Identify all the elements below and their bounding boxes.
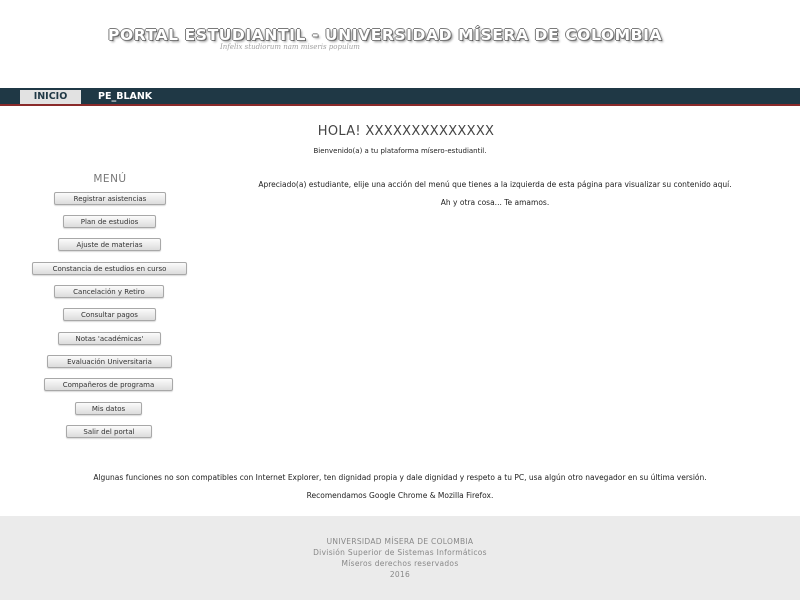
page-greeting: HOLA! XXXXXXXXXXXXXX [317,124,495,139]
top-navbar: INICIO PE_BLANK [0,88,800,106]
menu-button-ajuste-de-materias[interactable]: Ajuste de materias [58,238,161,251]
site-header: PORTAL ESTUDIANTIL - UNIVERSIDAD MÍSERA … [0,0,800,88]
menu-button-mis-datos[interactable]: Mis datos [75,402,142,415]
menu-button-consultar-pagos[interactable]: Consultar pagos [63,308,156,321]
menu-button-notas-academicas[interactable]: Notas 'académicas' [58,332,161,345]
love-text: Ah y otra cosa... Te amamos. [440,198,550,207]
menu-button-companeros-de-programa[interactable]: Compañeros de programa [44,378,173,391]
browser-compat-note: Algunas funciones no son compatibles con… [93,473,707,482]
site-title: PORTAL ESTUDIANTIL - UNIVERSIDAD MÍSERA … [108,26,663,44]
footer-year: 2016 [389,570,411,579]
menu-button-registrar-asistencias[interactable]: Registrar asistencias [54,192,166,205]
welcome-text: Bienvenido(a) a tu plataforma mísero-est… [313,147,487,155]
tab-inicio[interactable]: INICIO [20,90,81,104]
site-footer: UNIVERSIDAD MÍSERA DE COLOMBIA División … [0,516,800,600]
menu-title: MENÚ [93,173,127,185]
footer-university-name: UNIVERSIDAD MÍSERA DE COLOMBIA [326,537,474,546]
site-motto: Infelix studiorum nam miseris populum [220,43,360,51]
tab-pe-blank[interactable]: PE_BLANK [98,90,152,104]
footer-rights: Míseros derechos reservados [341,559,459,568]
menu-button-cancelacion-y-retiro[interactable]: Cancelación y Retiro [54,285,164,298]
menu-button-salir-del-portal[interactable]: Salir del portal [66,425,152,438]
footer-division: División Superior de Sistemas Informátic… [313,548,487,557]
menu-button-evaluacion-universitaria[interactable]: Evaluación Universitaria [47,355,172,368]
menu-button-constancia-de-estudios[interactable]: Constancia de estudios en curso [32,262,187,275]
intro-text: Apreciado(a) estudiante, elije una acció… [258,180,732,189]
menu-button-plan-de-estudios[interactable]: Plan de estudios [63,215,156,228]
browser-recommendation: Recomendamos Google Chrome & Mozilla Fir… [306,491,494,500]
